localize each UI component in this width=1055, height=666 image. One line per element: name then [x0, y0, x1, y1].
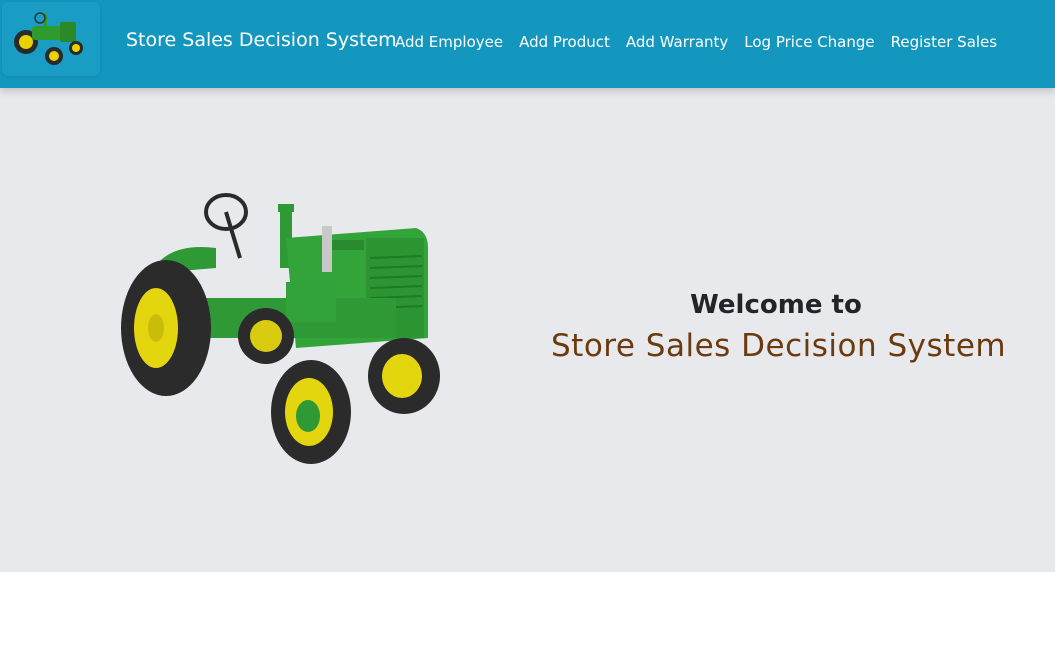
system-name-heading: Store Sales Decision System	[551, 328, 1007, 364]
logo-button[interactable]	[2, 2, 100, 76]
page-bottom	[0, 572, 1055, 666]
welcome-heading: Welcome to	[690, 290, 862, 320]
nav-add-warranty[interactable]: Add Warranty	[626, 32, 728, 52]
tractor-icon	[14, 12, 83, 65]
nav-links: Add Employee Add Product Add Warranty Lo…	[395, 32, 1013, 52]
hero-section: Welcome to Store Sales Decision System	[0, 88, 1055, 572]
welcome-block: Welcome to Store Sales Decision System	[551, 288, 1007, 368]
nav-log-price-change[interactable]: Log Price Change	[744, 32, 874, 52]
navbar: Store Sales Decision System Add Employee…	[0, 0, 1055, 88]
nav-add-employee[interactable]: Add Employee	[395, 32, 503, 52]
nav-add-product[interactable]: Add Product	[519, 32, 610, 52]
nav-register-sales[interactable]: Register Sales	[891, 32, 997, 52]
tractor-image	[121, 193, 440, 464]
brand-link[interactable]: Store Sales Decision System	[126, 28, 397, 52]
